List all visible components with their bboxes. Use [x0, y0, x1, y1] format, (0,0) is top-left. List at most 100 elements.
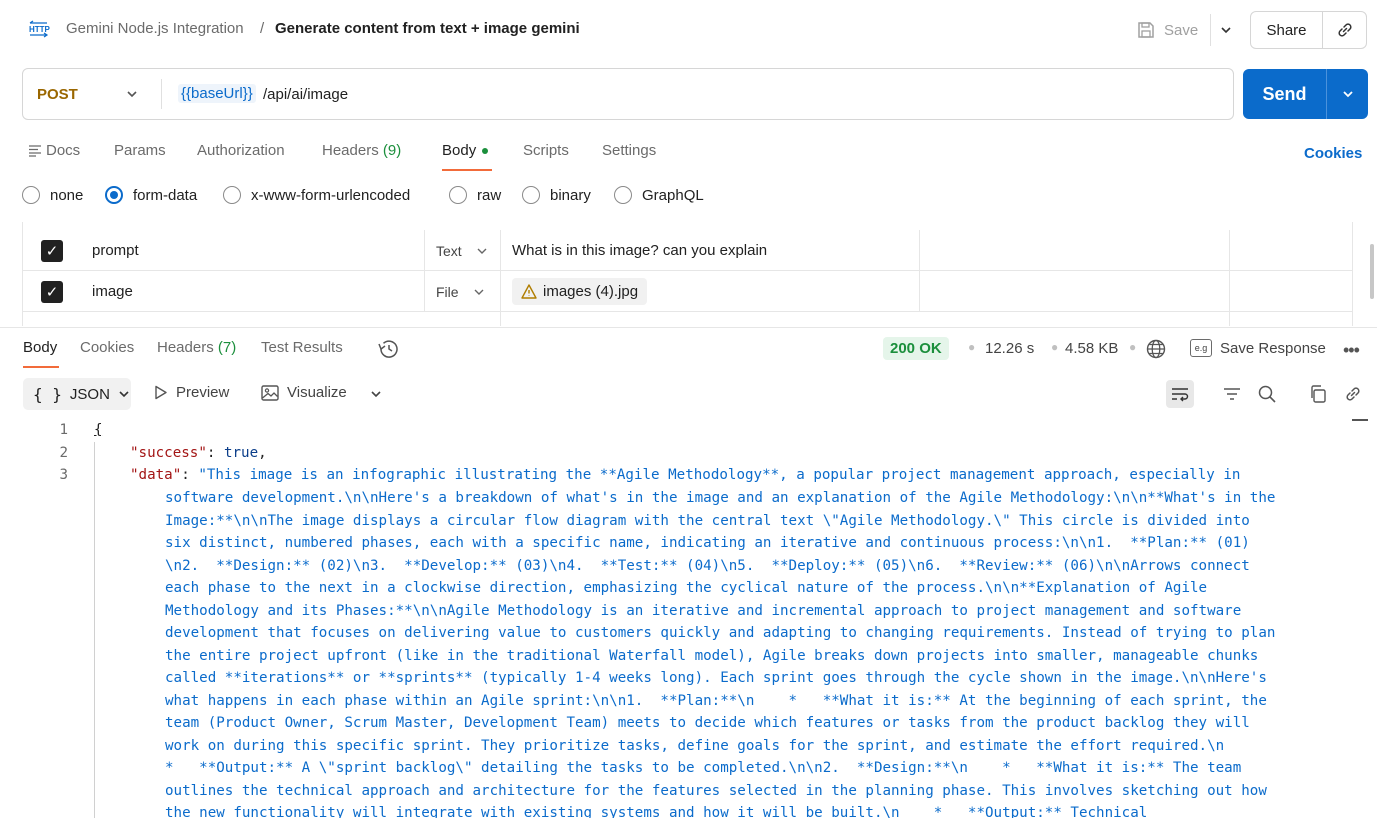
- json-string-line: development that focuses on delivering v…: [165, 625, 1276, 641]
- indent-guide: [94, 442, 95, 818]
- visualize-button[interactable]: Visualize: [261, 384, 347, 401]
- divider: [161, 79, 162, 109]
- filter-button[interactable]: [1218, 380, 1246, 408]
- json-string-line: team (Product Owner, Scrum Master, Devel…: [165, 715, 1250, 731]
- radio-raw[interactable]: raw: [449, 186, 501, 204]
- value-cell[interactable]: What is in this image? can you explain: [501, 230, 920, 271]
- search-icon: [1258, 385, 1276, 403]
- status-badge[interactable]: 200 OK: [883, 337, 949, 360]
- globe-icon[interactable]: [1146, 339, 1166, 359]
- chevron-down-icon[interactable]: [125, 87, 139, 101]
- radio-label: form-data: [133, 186, 198, 204]
- key-cell[interactable]: prompt: [78, 230, 425, 271]
- radio-dot: [223, 186, 241, 204]
- tab-label: Docs: [46, 142, 81, 159]
- tab-params[interactable]: Params: [114, 142, 166, 159]
- send-button[interactable]: Send: [1243, 69, 1327, 119]
- json-line-success: "success": true,: [130, 445, 267, 461]
- copy-icon: [1311, 385, 1326, 403]
- visualize-label: Visualize: [287, 384, 347, 401]
- file-chip[interactable]: images (4).jpg: [512, 278, 648, 305]
- share-group: Share: [1250, 11, 1367, 49]
- modified-dot: [482, 148, 489, 155]
- radio-none[interactable]: none: [22, 186, 83, 204]
- tab-body[interactable]: Body: [442, 142, 489, 159]
- cookies-link[interactable]: Cookies: [1304, 145, 1362, 162]
- url-variable[interactable]: {{baseUrl}}: [178, 84, 256, 103]
- radio-label: GraphQL: [642, 186, 704, 204]
- key-cell[interactable]: image: [78, 271, 425, 312]
- breadcrumb-collection[interactable]: Gemini Node.js Integration: [66, 20, 244, 37]
- format-label: JSON: [69, 385, 110, 403]
- tab-scripts[interactable]: Scripts: [523, 142, 569, 159]
- response-tab-body[interactable]: Body: [23, 339, 57, 356]
- response-code-viewer[interactable]: 1 2 3 { "success": true, "data": "This i…: [0, 420, 1377, 818]
- type-label: Text: [436, 242, 462, 259]
- scrollbar-thumb[interactable]: [1370, 244, 1374, 299]
- tab-headers[interactable]: Headers (9): [322, 142, 401, 159]
- share-button[interactable]: Share: [1251, 12, 1323, 48]
- save-button[interactable]: Save: [1136, 14, 1206, 46]
- radio-x-www-form-urlencoded[interactable]: x-www-form-urlencoded: [223, 186, 410, 204]
- type-select[interactable]: Text: [425, 230, 501, 271]
- response-time[interactable]: 12.26 s: [985, 340, 1034, 357]
- json-string-value: "This image is an infographic illustrati…: [198, 467, 1241, 483]
- checkmark-icon: ✓: [41, 239, 63, 262]
- type-select[interactable]: File: [425, 271, 501, 312]
- more-options-icon[interactable]: •••: [1343, 340, 1360, 361]
- chevron-down-icon: [1342, 91, 1353, 98]
- description-cell[interactable]: [920, 230, 1230, 271]
- tab-docs[interactable]: Docs: [28, 142, 80, 159]
- copy-link-button[interactable]: [1339, 380, 1367, 408]
- description-cell[interactable]: [920, 271, 1230, 312]
- json-string-line: the entire project upfront (like in the …: [165, 647, 1259, 664]
- top-bar: HTTP Gemini Node.js Integration / Genera…: [0, 0, 1377, 60]
- save-response-button[interactable]: e.g Save Response: [1190, 339, 1326, 357]
- line-number: 1: [59, 422, 68, 438]
- search-button[interactable]: [1253, 380, 1281, 408]
- chevron-down-icon: [474, 289, 484, 295]
- row-checkbox[interactable]: ✓: [23, 230, 81, 271]
- save-icon: [1138, 22, 1154, 38]
- request-title[interactable]: Generate content from text + image gemin…: [275, 20, 580, 37]
- http-icon: HTTP: [28, 20, 51, 38]
- line-number: 2: [59, 445, 68, 461]
- radio-graphql[interactable]: GraphQL: [614, 186, 704, 204]
- json-string-line: each phase to the next in a clockwise di…: [165, 580, 1208, 596]
- radio-label: binary: [550, 186, 591, 204]
- preview-label: Preview: [176, 384, 230, 401]
- form-data-table: ✓ prompt Text What is in this image? can…: [22, 222, 1353, 326]
- copy-link-button[interactable]: [1323, 12, 1366, 48]
- response-tab-test-results[interactable]: Test Results: [261, 339, 343, 356]
- table-row: ✓ image File images (4).jpg: [23, 271, 1352, 312]
- tab-settings[interactable]: Settings: [602, 142, 656, 159]
- history-button[interactable]: [377, 339, 399, 363]
- request-url-bar: POST {{baseUrl}} /api/ai/image: [22, 68, 1234, 120]
- response-tab-cookies[interactable]: Cookies: [80, 339, 134, 356]
- format-select[interactable]: { } JSON: [23, 378, 131, 410]
- radio-dot: [105, 186, 123, 204]
- radio-form-data[interactable]: form-data: [105, 186, 197, 204]
- response-tab-headers[interactable]: Headers (7): [157, 339, 236, 356]
- json-string-line: what happens in each phase within an Agi…: [165, 692, 1267, 709]
- url-input[interactable]: /api/ai/image: [263, 86, 348, 103]
- file-name: images (4).jpg: [543, 283, 639, 300]
- link-icon: [1346, 387, 1360, 401]
- headers-count: (7): [217, 339, 237, 356]
- response-size[interactable]: 4.58 KB: [1065, 340, 1118, 357]
- json-string-line: work on during this specific sprint. The…: [165, 737, 1225, 754]
- table-row: ✓ prompt Text What is in this image? can…: [23, 230, 1352, 271]
- copy-button[interactable]: [1304, 380, 1332, 408]
- wrap-lines-button[interactable]: [1166, 380, 1194, 408]
- save-dropdown-button[interactable]: [1210, 14, 1240, 46]
- tab-authorization[interactable]: Authorization: [197, 142, 285, 159]
- radio-dot: [22, 186, 40, 204]
- preview-button[interactable]: Preview: [154, 384, 229, 401]
- method-select[interactable]: POST: [37, 86, 78, 103]
- scrollbar-thumb[interactable]: [1352, 419, 1368, 421]
- description-cell: [920, 312, 1230, 326]
- row-checkbox[interactable]: ✓: [23, 271, 81, 312]
- visualize-dropdown[interactable]: [362, 380, 390, 408]
- radio-binary[interactable]: binary: [522, 186, 591, 204]
- send-dropdown-button[interactable]: [1327, 69, 1368, 119]
